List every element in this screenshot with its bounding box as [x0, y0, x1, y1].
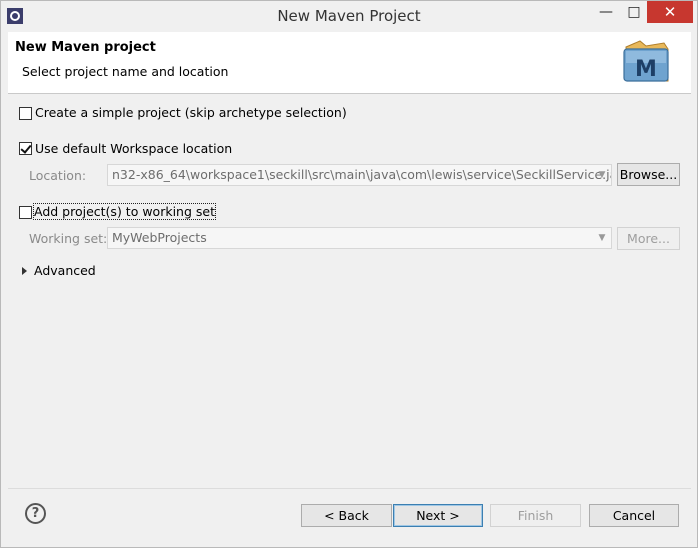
- working-set-checkbox-label[interactable]: Add project(s) to working set: [33, 203, 216, 220]
- title-bar[interactable]: New Maven Project — □ ✕: [1, 1, 697, 31]
- minimize-button[interactable]: —: [591, 1, 621, 23]
- wizard-content: Create a simple project (skip archetype …: [8, 95, 691, 487]
- next-button[interactable]: Next >: [393, 504, 483, 527]
- working-set-value: MyWebProjects: [112, 230, 207, 245]
- simple-project-label[interactable]: Create a simple project (skip archetype …: [35, 105, 347, 120]
- footer-divider: [8, 488, 691, 489]
- page-title: New Maven project: [15, 40, 156, 55]
- back-button[interactable]: < Back: [301, 504, 392, 527]
- new-maven-project-dialog: New Maven Project — □ ✕ New Maven projec…: [0, 0, 698, 548]
- maven-logo-letter: M: [635, 57, 657, 82]
- close-button[interactable]: ✕: [647, 1, 693, 23]
- location-value: n32-x86_64\workspace1\seckill\src\main\j…: [112, 167, 612, 182]
- maximize-button[interactable]: □: [619, 1, 649, 23]
- simple-project-checkbox[interactable]: [19, 107, 32, 120]
- location-label: Location:: [29, 168, 87, 183]
- working-set-checkbox[interactable]: [19, 206, 32, 219]
- wizard-header: New Maven project Select project name an…: [8, 32, 691, 94]
- browse-button[interactable]: Browse...: [617, 163, 680, 186]
- advanced-section-toggle[interactable]: Advanced: [34, 263, 96, 278]
- working-set-label: Working set:: [29, 231, 108, 246]
- default-workspace-checkbox[interactable]: [19, 142, 32, 155]
- help-icon[interactable]: ?: [25, 503, 46, 524]
- chevron-down-icon: ▼: [598, 233, 606, 243]
- working-set-combo[interactable]: MyWebProjects ▼: [107, 227, 612, 249]
- cancel-button[interactable]: Cancel: [589, 504, 679, 527]
- page-description: Select project name and location: [22, 64, 229, 79]
- finish-button[interactable]: Finish: [490, 504, 581, 527]
- location-combo[interactable]: n32-x86_64\workspace1\seckill\src\main\j…: [107, 164, 612, 186]
- expand-triangle-icon[interactable]: [22, 267, 27, 275]
- chevron-down-icon: ▼: [598, 170, 606, 180]
- default-workspace-label[interactable]: Use default Workspace location: [35, 141, 232, 156]
- more-button[interactable]: More...: [617, 227, 680, 250]
- maven-logo-icon: M: [623, 40, 669, 82]
